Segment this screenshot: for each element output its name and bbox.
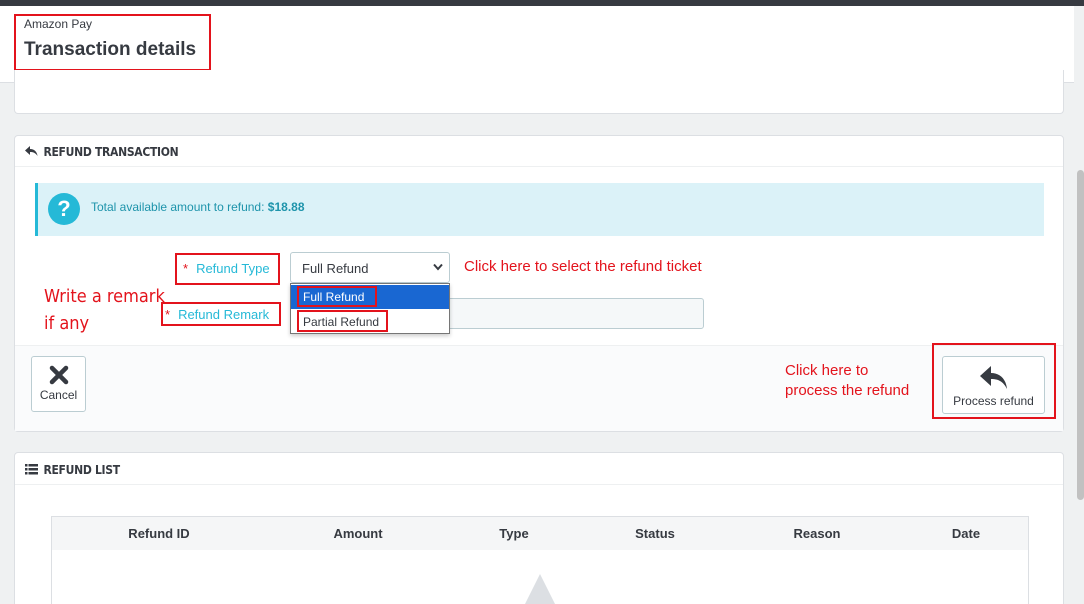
cancel-label: Cancel: [39, 388, 78, 402]
refund-transaction-title: REFUND TRANSACTION: [43, 145, 179, 159]
annotation-box-refund-remark: [161, 302, 281, 326]
column-reason: Reason: [793, 526, 841, 541]
annotation-select-hint: Click here to select the refund ticket: [464, 258, 702, 275]
details-panel: [14, 70, 1064, 114]
annotation-box-refund-type: [175, 253, 280, 285]
column-type: Type: [499, 526, 529, 541]
column-amount: Amount: [333, 526, 383, 541]
question-icon: ?: [48, 193, 80, 225]
warning-icon: [520, 572, 560, 604]
close-icon: [32, 365, 85, 388]
refund-remark-input[interactable]: [440, 298, 704, 329]
table-header: Refund ID Amount Type Status Reason Date: [52, 517, 1028, 550]
annotation-process-hint-2: process the refund: [785, 382, 910, 399]
annotation-box-process-refund: [932, 343, 1056, 419]
annotation-box-partial-refund: [297, 310, 388, 332]
refund-type-select[interactable]: Full Refund: [290, 252, 450, 283]
refund-list-panel: REFUND LIST Refund ID Amount Type Status…: [14, 452, 1064, 604]
annotation-box-full-refund: [297, 286, 377, 307]
refund-available-alert: ? Total available amount to refund: $18.…: [35, 183, 1044, 236]
annotation-box-title: [14, 14, 211, 71]
reply-icon: [25, 146, 38, 160]
cancel-button[interactable]: Cancel: [31, 356, 86, 412]
annotation-process-hint-1: Click here to: [785, 362, 869, 379]
page-scrollbar[interactable]: [1077, 170, 1084, 500]
annotation-remark-hint-2: if any: [44, 313, 90, 334]
alert-amount: $18.88: [267, 200, 305, 214]
column-date: Date: [951, 526, 981, 541]
refund-transaction-header: REFUND TRANSACTION: [15, 136, 1063, 167]
refund-list-title: REFUND LIST: [43, 463, 120, 477]
refund-list-header: REFUND LIST: [15, 453, 1063, 485]
list-icon: [25, 464, 38, 478]
alert-text: Total available amount to refund: $18.88: [91, 200, 305, 214]
column-refund-id: Refund ID: [128, 526, 190, 541]
chevron-down-icon: [433, 262, 443, 274]
refund-type-value: Full Refund: [302, 261, 369, 276]
annotation-remark-hint-1: Write a remark: [44, 286, 165, 307]
column-status: Status: [635, 526, 675, 541]
refund-table: Refund ID Amount Type Status Reason Date: [51, 516, 1029, 604]
alert-prefix: Total available amount to refund:: [91, 200, 265, 214]
